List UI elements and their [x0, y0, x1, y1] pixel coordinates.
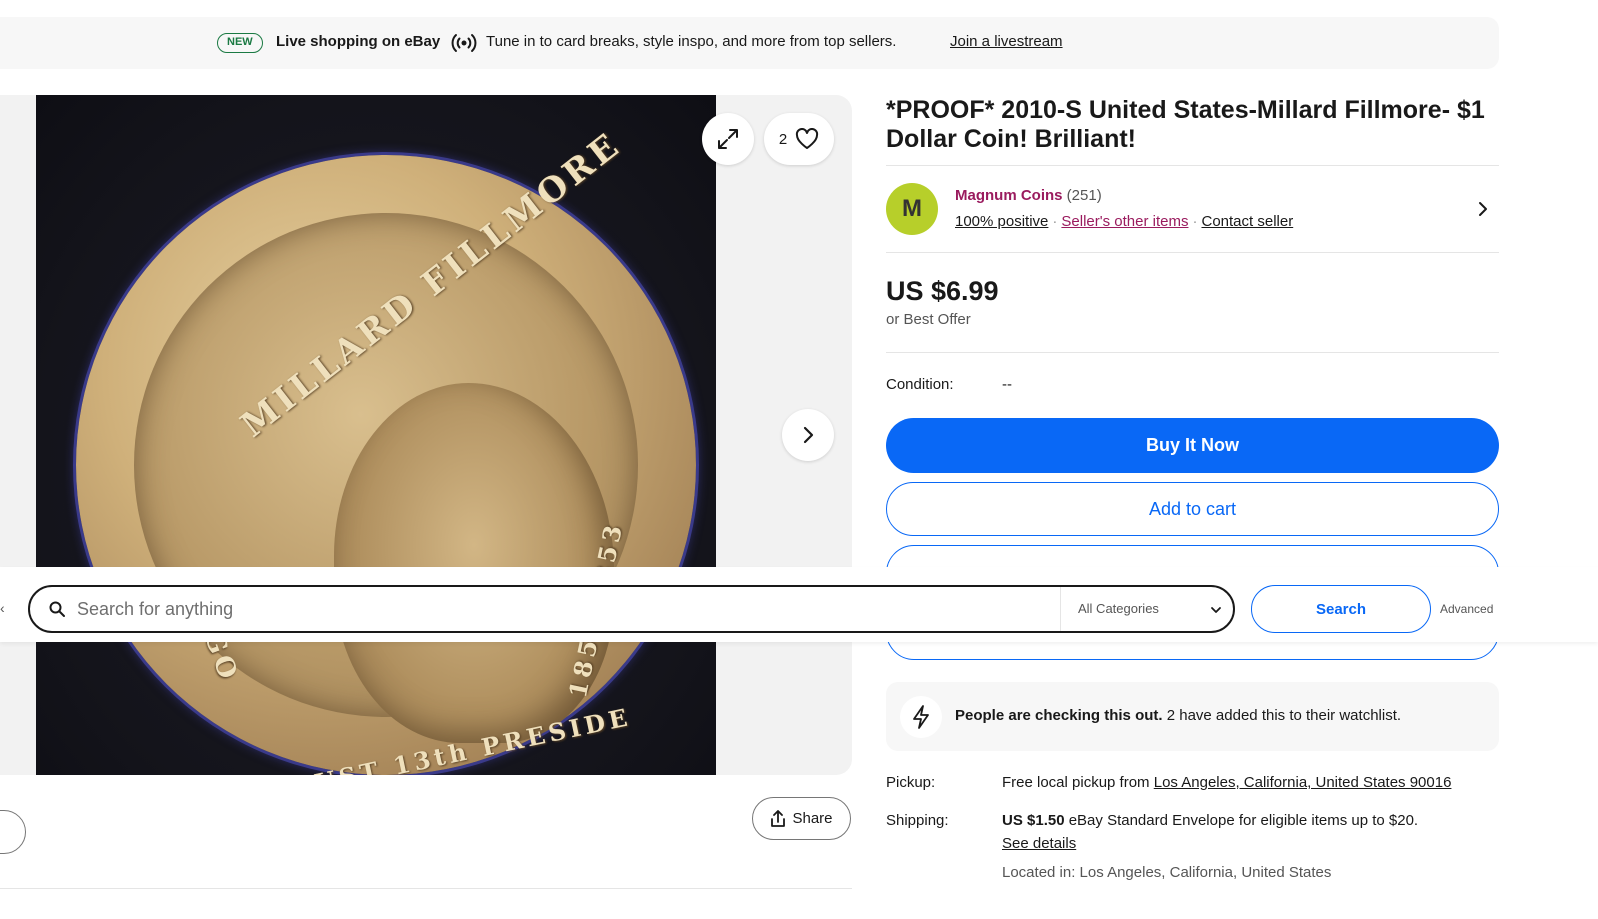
watchlist-button[interactable]: 2	[764, 113, 834, 165]
divider	[0, 888, 852, 889]
divider	[1060, 587, 1061, 631]
share-label: Share	[792, 810, 833, 827]
item-photo[interactable]: MILLARD FILLMORE 1850-1853 IN GO TRUST 1…	[36, 95, 716, 775]
seller-other-items-link[interactable]: Seller's other items	[1061, 213, 1188, 230]
join-livestream-link[interactable]: Join a livestream	[950, 33, 1063, 50]
notice-text: People are checking this out. 2 have add…	[955, 707, 1402, 724]
share-button[interactable]: Share	[752, 797, 851, 840]
advanced-search-link[interactable]: Advanced	[1440, 602, 1493, 616]
shipping-value: US $1.50 eBay Standard Envelope for elig…	[1002, 812, 1419, 829]
seller-feedback-count: (251)	[1066, 187, 1102, 204]
condition-value: --	[1002, 376, 1012, 393]
chevron-down-icon[interactable]	[1209, 603, 1223, 617]
category-select[interactable]: All Categories	[1078, 601, 1159, 616]
partial-left-button[interactable]	[0, 810, 26, 854]
divider	[886, 165, 1499, 166]
shipping-label: Shipping:	[886, 812, 949, 829]
search-button[interactable]: Search	[1251, 585, 1431, 633]
divider	[886, 352, 1499, 353]
seller-name[interactable]: Magnum Coins	[955, 187, 1063, 204]
chevron-right-icon	[803, 426, 814, 444]
seller-links: 100% positive · Seller's other items · Conta…	[955, 213, 1294, 230]
expand-icon	[718, 129, 738, 149]
item-price: US $6.99	[886, 276, 999, 306]
coin-image: MILLARD FILLMORE 1850-1853 IN GO TRUST 1…	[76, 124, 696, 775]
best-offer-text: or Best Offer	[886, 311, 971, 328]
item-location: Located in: Los Angeles, California, Uni…	[1002, 864, 1332, 881]
shipping-price: US $1.50	[1002, 812, 1065, 829]
item-title: *PROOF* 2010-S United States-Millard Fil…	[886, 96, 1485, 153]
seller-positive-link[interactable]: 100% positive	[955, 213, 1048, 230]
seller-info: Magnum Coins (251)	[955, 187, 1102, 204]
see-details-link[interactable]: See details	[1002, 835, 1076, 852]
heart-icon	[796, 128, 819, 149]
add-to-cart-button[interactable]: Add to cart	[886, 482, 1499, 536]
buy-it-now-button[interactable]: Buy It Now	[886, 418, 1499, 473]
pickup-value: Free local pickup from Los Angeles, Cali…	[1002, 774, 1452, 791]
watch-count: 2	[778, 130, 788, 148]
see-details-wrapper: See details	[1002, 835, 1076, 852]
seller-avatar[interactable]: M	[886, 183, 938, 235]
search-input[interactable]	[77, 596, 1047, 622]
divider	[886, 252, 1499, 253]
banner-title: Live shopping on eBay	[276, 33, 441, 50]
share-icon	[771, 809, 786, 827]
pickup-location-link[interactable]: Los Angeles, California, United States 9…	[1154, 774, 1452, 791]
condition-label: Condition:	[886, 376, 954, 393]
new-badge: NEW	[217, 33, 263, 53]
banner-text: Tune in to card breaks, style inspo, and…	[486, 33, 897, 50]
lightning-icon	[900, 696, 942, 738]
chevron-left-icon[interactable]: ‹	[0, 600, 5, 616]
seller-chevron-right-icon[interactable]	[1474, 200, 1492, 218]
contact-seller-link[interactable]: Contact seller	[1201, 213, 1293, 230]
expand-button[interactable]	[702, 113, 754, 165]
pickup-label: Pickup:	[886, 774, 936, 791]
next-image-button[interactable]	[782, 409, 834, 461]
live-broadcast-icon	[451, 31, 477, 55]
search-icon	[49, 601, 65, 617]
live-shopping-banner: NEW Live shopping on eBay Tune in to car…	[0, 17, 1499, 69]
